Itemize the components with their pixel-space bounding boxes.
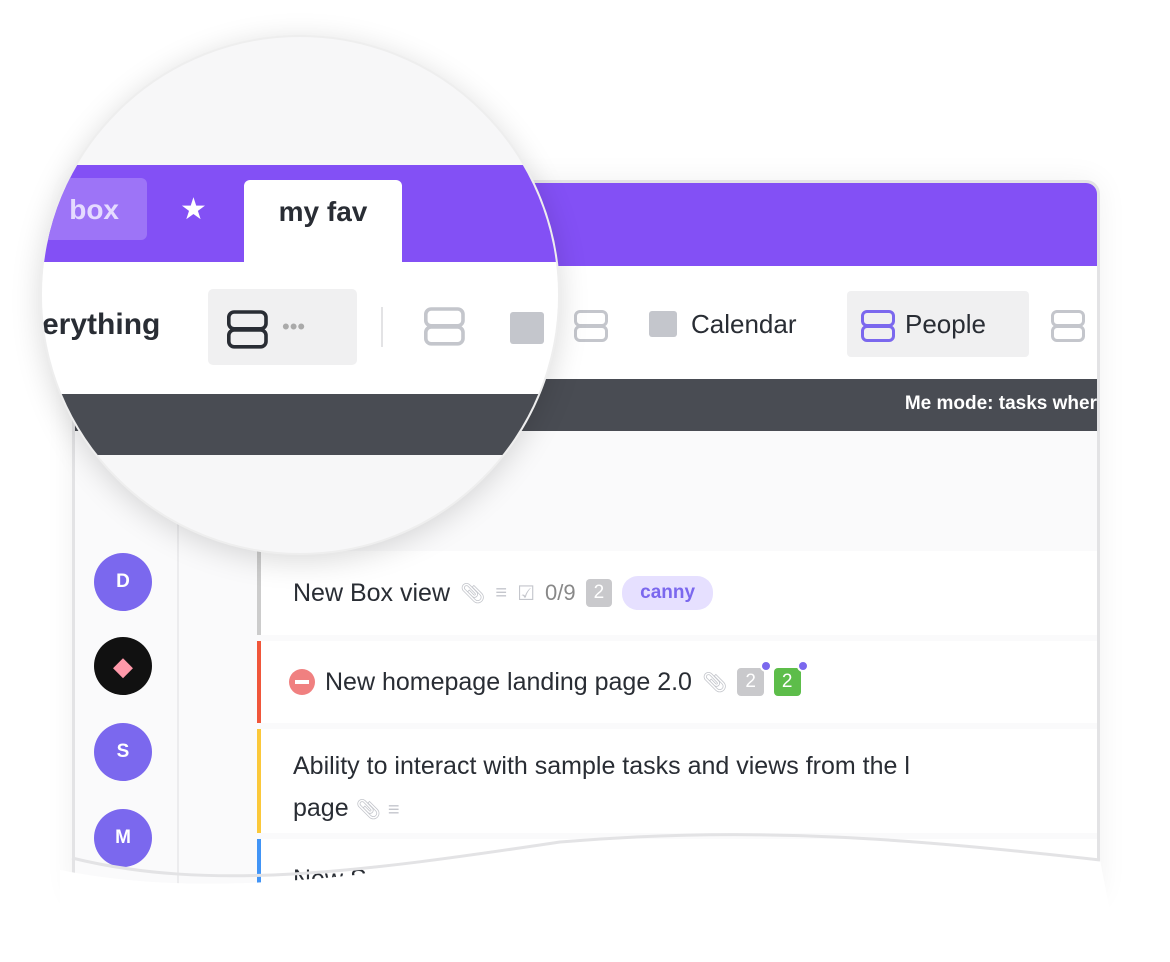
list-icon[interactable] <box>424 307 465 346</box>
task-title-cont: page <box>293 794 349 822</box>
subtask-count[interactable]: 2 <box>585 579 613 607</box>
task-title: Ability to interact with sample tasks an… <box>293 752 910 780</box>
comment-count[interactable]: 2 <box>773 660 809 696</box>
calendar-icon[interactable] <box>510 312 544 344</box>
list-icon <box>574 310 608 342</box>
attachment-icon: 📎︎ <box>460 582 486 605</box>
calendar-icon <box>649 311 677 337</box>
tab-inbox[interactable]: box <box>42 178 147 240</box>
blocked-icon <box>289 669 315 695</box>
task-row[interactable]: New Box view 📎︎ ≡ ☑ 0/9 2 canny <box>257 551 1097 635</box>
view-people[interactable]: People <box>847 291 1029 357</box>
tab-my-fav[interactable]: my fav <box>244 180 402 264</box>
banner-text: Me mode: tasks wher <box>904 393 1097 414</box>
tag-badge[interactable]: canny <box>622 576 714 610</box>
people-label: People <box>905 308 986 339</box>
avatar[interactable]: S <box>94 723 152 781</box>
star-icon[interactable]: ★ <box>180 192 207 227</box>
list-icon <box>227 310 268 349</box>
list-icon <box>1051 310 1085 342</box>
divider <box>381 307 383 347</box>
attachment-icon: 📎︎ <box>355 799 381 821</box>
checklist-icon: ☑ <box>517 582 535 605</box>
people-view-icon <box>861 310 895 342</box>
torn-edge <box>60 833 1120 962</box>
calendar-label: Calendar <box>691 308 797 339</box>
task-title: New Box view <box>293 578 450 607</box>
avatar[interactable]: D <box>94 553 152 611</box>
view-list-active[interactable]: ••• <box>208 289 357 365</box>
task-row[interactable]: Ability to interact with sample tasks an… <box>257 729 1097 833</box>
description-icon: ≡ <box>387 799 400 821</box>
view-calendar[interactable]: Calendar <box>635 291 811 357</box>
attachment-icon: 📎︎ <box>701 671 728 694</box>
subtask-count[interactable]: 2 <box>737 660 772 696</box>
checklist-count: 0/9 <box>545 580 576 605</box>
task-title: New homepage landing page 2.0 <box>325 667 692 696</box>
avatar-clickup[interactable]: ◆ <box>94 637 152 695</box>
more-icon[interactable]: ••• <box>282 314 305 340</box>
view-more[interactable] <box>1037 291 1095 357</box>
view-list[interactable] <box>560 291 618 357</box>
everything-label: erything <box>42 308 161 341</box>
magnified-banner <box>42 394 558 455</box>
magnifier: box ★ my fav erything ••• <box>40 35 560 555</box>
task-row[interactable]: New homepage landing page 2.0 📎︎ 2 2 <box>257 641 1097 723</box>
description-icon: ≡ <box>495 581 508 604</box>
